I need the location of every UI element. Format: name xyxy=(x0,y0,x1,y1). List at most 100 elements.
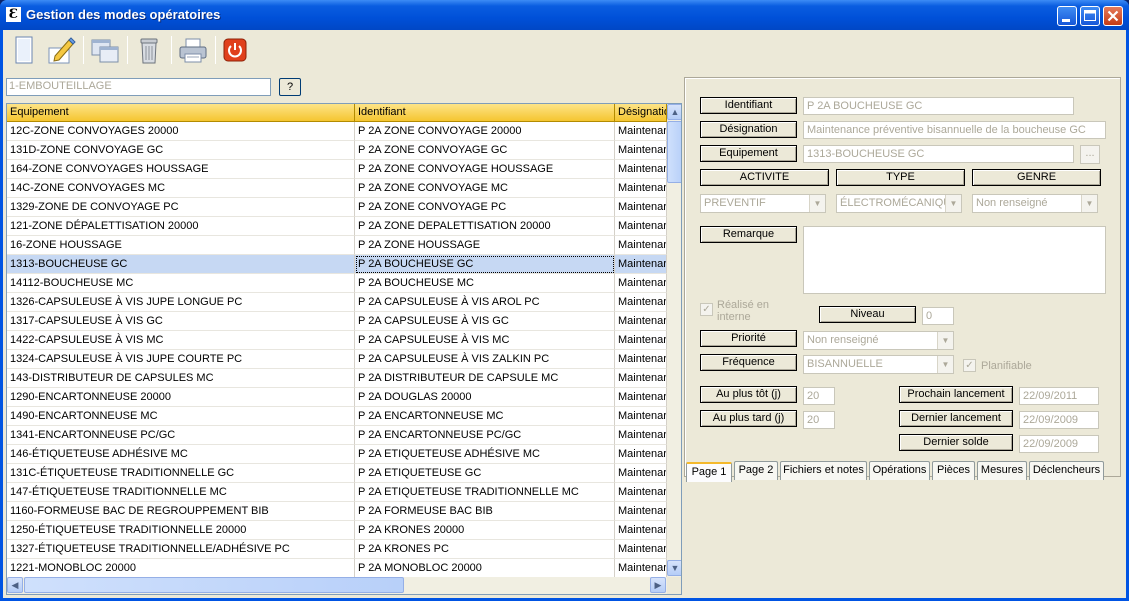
designation-cell[interactable]: Maintenar xyxy=(615,388,667,407)
quit-button[interactable] xyxy=(219,34,251,66)
activite-select[interactable]: PREVENTIF ▼ xyxy=(700,194,826,213)
equipement-cell[interactable]: 16-ZONE HOUSSAGE xyxy=(7,236,355,255)
table-row[interactable]: 1490-ENCARTONNEUSE MC P 2A ENCARTONNEUSE … xyxy=(7,407,667,426)
realise-interne-checkbox[interactable]: ✓ xyxy=(700,303,713,316)
identifiant-cell[interactable]: P 2A FORMEUSE BAC BIB xyxy=(355,502,615,521)
equipement-cell[interactable]: 1250-ÉTIQUETEUSE TRADITIONNELLE 20000 xyxy=(7,521,355,540)
horizontal-scrollbar[interactable]: ◀ ▶ xyxy=(7,577,667,594)
print-button[interactable] xyxy=(177,34,209,66)
scroll-left-arrow-icon[interactable]: ◀ xyxy=(7,577,23,593)
table-row[interactable]: 1422-CAPSULEUSE À VIS MC P 2A CAPSULEUSE … xyxy=(7,331,667,350)
equipement-cell[interactable]: 121-ZONE DÉPALETTISATION 20000 xyxy=(7,217,355,236)
equipement-cell[interactable]: 143-DISTRIBUTEUR DE CAPSULES MC xyxy=(7,369,355,388)
equipement-cell[interactable]: 14112-BOUCHEUSE MC xyxy=(7,274,355,293)
type-header[interactable]: TYPE xyxy=(836,169,965,186)
designation-cell[interactable]: Maintenar xyxy=(615,540,667,559)
table-row[interactable]: 1160-FORMEUSE BAC DE REGROUPPEMENT BIB P … xyxy=(7,502,667,521)
identifiant-label-button[interactable]: Identifiant xyxy=(700,97,797,114)
identifiant-cell[interactable]: P 2A CAPSULEUSE À VIS ZALKIN PC xyxy=(355,350,615,369)
designation-cell[interactable]: Maintenar xyxy=(615,217,667,236)
table-row[interactable]: 164-ZONE CONVOYAGES HOUSSAGE P 2A ZONE CO… xyxy=(7,160,667,179)
niveau-field[interactable]: 0 xyxy=(922,307,954,325)
equipement-cell[interactable]: 164-ZONE CONVOYAGES HOUSSAGE xyxy=(7,160,355,179)
equipement-cell[interactable]: 14C-ZONE CONVOYAGES MC xyxy=(7,179,355,198)
equipement-cell[interactable]: 1329-ZONE DE CONVOYAGE PC xyxy=(7,198,355,217)
identifiant-cell[interactable]: P 2A ZONE CONVOYAGE PC xyxy=(355,198,615,217)
table-row[interactable]: 131C-ÉTIQUETEUSE TRADITIONNELLE GC P 2A E… xyxy=(7,464,667,483)
identifiant-cell[interactable]: P 2A ZONE CONVOYAGE 20000 xyxy=(355,122,615,141)
equipement-label-button[interactable]: Equipement xyxy=(700,145,797,162)
identifiant-cell[interactable]: P 2A KRONES 20000 xyxy=(355,521,615,540)
table-row[interactable]: 1313-BOUCHEUSE GC P 2A BOUCHEUSE GC Mainte… xyxy=(7,255,667,274)
designation-cell[interactable]: Maintenar xyxy=(615,350,667,369)
equipement-field[interactable]: 1313-BOUCHEUSE GC xyxy=(803,145,1074,163)
equipement-cell[interactable]: 1221-MONOBLOC 20000 xyxy=(7,559,355,578)
designation-field[interactable]: Maintenance préventive bisannuelle de la… xyxy=(803,121,1106,139)
table-row[interactable]: 1290-ENCARTONNEUSE 20000 P 2A DOUGLAS 200… xyxy=(7,388,667,407)
identifiant-cell[interactable]: P 2A ZONE CONVOYAGE GC xyxy=(355,141,615,160)
genre-select[interactable]: Non renseigné ▼ xyxy=(972,194,1098,213)
dernier-lancement-field[interactable]: 22/09/2009 xyxy=(1019,411,1099,429)
designation-cell[interactable]: Maintenar xyxy=(615,141,667,160)
delete-button[interactable] xyxy=(133,34,165,66)
table-row[interactable]: 1329-ZONE DE CONVOYAGE PC P 2A ZONE CONVO… xyxy=(7,198,667,217)
minimize-button[interactable] xyxy=(1057,6,1077,26)
designation-cell[interactable]: Maintenar xyxy=(615,369,667,388)
designation-cell[interactable]: Maintenar xyxy=(615,274,667,293)
table-row[interactable]: 131D-ZONE CONVOYAGE GC P 2A ZONE CONVOYAG… xyxy=(7,141,667,160)
designation-cell[interactable]: Maintenar xyxy=(615,198,667,217)
equipement-cell[interactable]: 1313-BOUCHEUSE GC xyxy=(7,255,355,274)
maximize-button[interactable] xyxy=(1080,6,1100,26)
identifiant-cell[interactable]: P 2A KRONES PC xyxy=(355,540,615,559)
table-row[interactable]: 14112-BOUCHEUSE MC P 2A BOUCHEUSE MC Maint… xyxy=(7,274,667,293)
table-row[interactable]: 1317-CAPSULEUSE À VIS GC P 2A CAPSULEUSE … xyxy=(7,312,667,331)
tab-fichiers-et-notes[interactable]: Fichiers et notes xyxy=(780,461,867,480)
scroll-up-arrow-icon[interactable]: ▲ xyxy=(667,104,681,120)
table-row[interactable]: 12C-ZONE CONVOYAGES 20000 P 2A ZONE CONVO… xyxy=(7,122,667,141)
table-row[interactable]: 1324-CAPSULEUSE À VIS JUPE COURTE PC P 2A… xyxy=(7,350,667,369)
designation-cell[interactable]: Maintenar xyxy=(615,160,667,179)
designation-cell[interactable]: Maintenar xyxy=(615,483,667,502)
table-row[interactable]: 16-ZONE HOUSSAGE P 2A ZONE HOUSSAGE Mainte… xyxy=(7,236,667,255)
frequence-label-button[interactable]: Fréquence xyxy=(700,354,797,371)
scroll-right-arrow-icon[interactable]: ▶ xyxy=(650,577,666,593)
type-select[interactable]: ÉLECTROMÉCANIQU ▼ xyxy=(836,194,962,213)
identifiant-cell[interactable]: P 2A ETIQUETEUSE GC xyxy=(355,464,615,483)
designation-cell[interactable]: Maintenar xyxy=(615,293,667,312)
identifiant-cell[interactable]: P 2A DISTRIBUTEUR DE CAPSULE MC xyxy=(355,369,615,388)
au-plus-tard-field[interactable]: 20 xyxy=(803,411,835,429)
equipement-cell[interactable]: 131C-ÉTIQUETEUSE TRADITIONNELLE GC xyxy=(7,464,355,483)
designation-cell[interactable]: Maintenar xyxy=(615,179,667,198)
designation-cell[interactable]: Maintenar xyxy=(615,445,667,464)
equipement-cell[interactable]: 146-ÉTIQUETEUSE ADHÉSIVE MC xyxy=(7,445,355,464)
activite-header[interactable]: ACTIVITE xyxy=(700,169,829,186)
equipement-browse-button[interactable]: ... xyxy=(1080,145,1100,164)
designation-cell[interactable]: Maintenar xyxy=(615,236,667,255)
vertical-scroll-thumb[interactable] xyxy=(667,121,681,183)
genre-header[interactable]: GENRE xyxy=(972,169,1101,186)
equipement-cell[interactable]: 1327-ÉTIQUETEUSE TRADITIONNELLE/ADHÉSIVE… xyxy=(7,540,355,559)
identifiant-cell[interactable]: P 2A ENCARTONNEUSE MC xyxy=(355,407,615,426)
new-document-button[interactable] xyxy=(8,34,40,66)
identifiant-cell[interactable]: P 2A CAPSULEUSE À VIS MC xyxy=(355,331,615,350)
table-row[interactable]: 1250-ÉTIQUETEUSE TRADITIONNELLE 20000 P 2… xyxy=(7,521,667,540)
designation-cell[interactable]: Maintenar xyxy=(615,255,667,274)
identifiant-cell[interactable]: P 2A ZONE HOUSSAGE xyxy=(355,236,615,255)
column-header-designation[interactable]: Désignation xyxy=(615,104,667,122)
edit-button[interactable] xyxy=(45,34,77,66)
site-filter-field[interactable]: 1-EMBOUTEILLAGE xyxy=(6,78,271,96)
equipement-cell[interactable]: 1422-CAPSULEUSE À VIS MC xyxy=(7,331,355,350)
identifiant-cell[interactable]: P 2A ZONE CONVOYAGE HOUSSAGE xyxy=(355,160,615,179)
equipement-cell[interactable]: 1341-ENCARTONNEUSE PC/GC xyxy=(7,426,355,445)
horizontal-scroll-thumb[interactable] xyxy=(24,577,404,593)
table-row[interactable]: 1327-ÉTIQUETEUSE TRADITIONNELLE/ADHÉSIVE… xyxy=(7,540,667,559)
chevron-down-icon[interactable]: ▼ xyxy=(937,332,953,349)
designation-cell[interactable]: Maintenar xyxy=(615,521,667,540)
app-icon[interactable]: Ɛ xyxy=(6,7,21,22)
niveau-label-button[interactable]: Niveau xyxy=(819,306,916,323)
table-row[interactable]: 1326-CAPSULEUSE À VIS JUPE LONGUE PC P 2A… xyxy=(7,293,667,312)
au-plus-tot-field[interactable]: 20 xyxy=(803,387,835,405)
equipement-cell[interactable]: 1160-FORMEUSE BAC DE REGROUPPEMENT BIB xyxy=(7,502,355,521)
title-bar[interactable]: Ɛ Gestion des modes opératoires xyxy=(0,0,1129,30)
dernier-solde-label-button[interactable]: Dernier solde xyxy=(899,434,1013,451)
